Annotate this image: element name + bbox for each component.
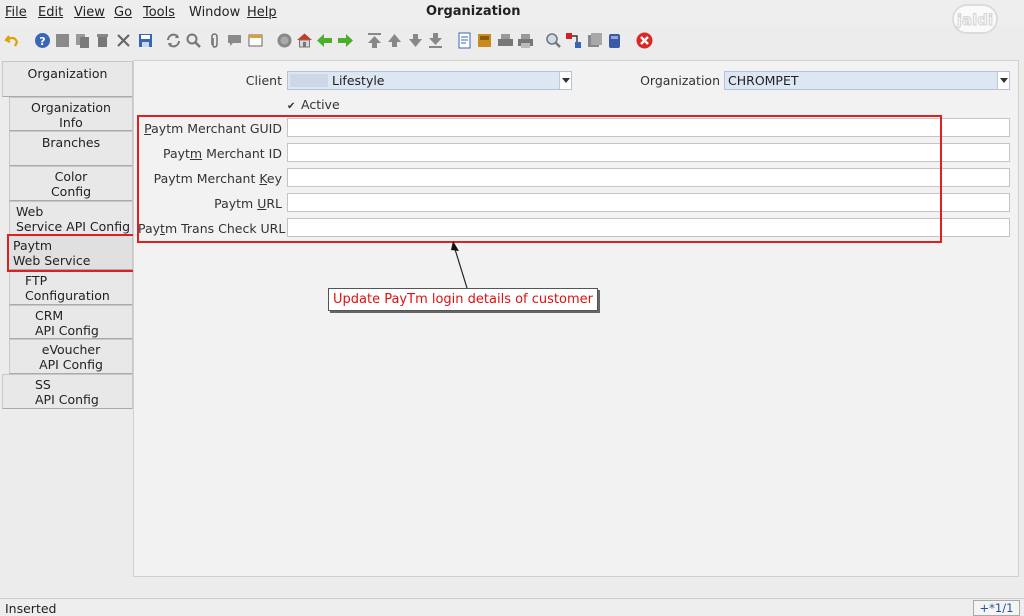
- tab-organization[interactable]: Organization: [2, 61, 133, 97]
- copy-icon[interactable]: [74, 32, 91, 49]
- menu-help[interactable]: Help: [247, 5, 277, 20]
- status-bar: Inserted +*1/1: [0, 598, 1024, 616]
- client-value: Lifestyle: [332, 73, 385, 88]
- active-workflows-icon[interactable]: [565, 32, 582, 49]
- tab-web-service-api-config[interactable]: Web Service API Config: [9, 201, 133, 235]
- home-icon[interactable]: [296, 32, 313, 49]
- grid-toggle-icon[interactable]: [247, 32, 264, 49]
- menu-edit[interactable]: Edit: [38, 5, 63, 20]
- menu-view[interactable]: View: [74, 5, 105, 20]
- report-icon[interactable]: [456, 32, 473, 49]
- organization-dropdown-arrow[interactable]: [997, 72, 1009, 89]
- annotation-callout: Update PayTm login details of customer: [328, 288, 598, 311]
- tab-organization-info[interactable]: Organization Info: [9, 97, 133, 131]
- attachment-icon[interactable]: [206, 32, 223, 49]
- toolbar: ?: [0, 28, 1024, 54]
- archive-icon[interactable]: [476, 32, 493, 49]
- annotation-arrow-icon: [451, 241, 468, 289]
- chat-icon[interactable]: [226, 32, 243, 49]
- first-record-icon[interactable]: [366, 32, 383, 49]
- tab-crm-api-config[interactable]: CRM API Config: [9, 305, 133, 339]
- refresh-icon[interactable]: [165, 32, 182, 49]
- undo-icon[interactable]: [4, 32, 21, 49]
- zoom-across-icon[interactable]: [545, 32, 562, 49]
- svg-text:?: ?: [39, 35, 45, 48]
- help-icon[interactable]: ?: [34, 32, 51, 49]
- tab-branches[interactable]: Branches: [9, 131, 133, 166]
- tab-evoucher-api-config[interactable]: eVoucher API Config: [9, 339, 133, 374]
- client-prefix-placeholder: [290, 74, 328, 87]
- next-record-icon[interactable]: [407, 32, 424, 49]
- client-select[interactable]: Lifestyle: [287, 71, 572, 90]
- print-icon[interactable]: [517, 32, 534, 49]
- delete-selection-icon[interactable]: [115, 32, 132, 49]
- back-icon[interactable]: [316, 32, 333, 49]
- menu-window[interactable]: Window: [189, 5, 240, 20]
- active-checkbox-row[interactable]: ✔ Active: [287, 97, 340, 113]
- tab-color-config[interactable]: Color Config: [9, 166, 133, 201]
- find-icon[interactable]: [185, 32, 202, 49]
- active-checkbox[interactable]: ✔: [287, 102, 297, 112]
- window-title: Organization: [426, 4, 521, 19]
- record-indicator[interactable]: +*1/1: [973, 600, 1020, 616]
- fields-highlight-box: [137, 115, 942, 243]
- svg-text:jaldi: jaldi: [956, 11, 993, 29]
- history-icon[interactable]: [276, 32, 293, 49]
- menu-bar: File Edit View Go Tools Window Help Orga…: [0, 0, 1024, 34]
- menu-file[interactable]: File: [5, 5, 27, 20]
- tab-highlight-box: [7, 234, 135, 272]
- organization-label: Organization: [640, 73, 720, 88]
- status-text: Inserted: [5, 601, 57, 616]
- organization-select[interactable]: CHROMPET: [724, 71, 1010, 90]
- active-label: Active: [300, 97, 340, 112]
- menu-tools[interactable]: Tools: [143, 5, 175, 20]
- tab-ss-api-config[interactable]: SS API Config: [2, 374, 133, 409]
- print-preview-icon[interactable]: [497, 32, 514, 49]
- forward-icon[interactable]: [337, 32, 354, 49]
- new-icon[interactable]: [54, 32, 71, 49]
- product-info-icon[interactable]: [606, 32, 623, 49]
- organization-value: CHROMPET: [728, 73, 799, 88]
- delete-icon[interactable]: [94, 32, 111, 49]
- previous-record-icon[interactable]: [386, 32, 403, 49]
- client-label: Client: [245, 73, 282, 88]
- tab-ftp-configuration[interactable]: FTP Configuration: [9, 270, 133, 305]
- last-record-icon[interactable]: [427, 32, 444, 49]
- requests-icon[interactable]: [586, 32, 603, 49]
- client-dropdown-arrow[interactable]: [559, 72, 571, 89]
- menu-go[interactable]: Go: [114, 5, 132, 20]
- save-icon[interactable]: [137, 32, 154, 49]
- exit-icon[interactable]: [636, 32, 653, 49]
